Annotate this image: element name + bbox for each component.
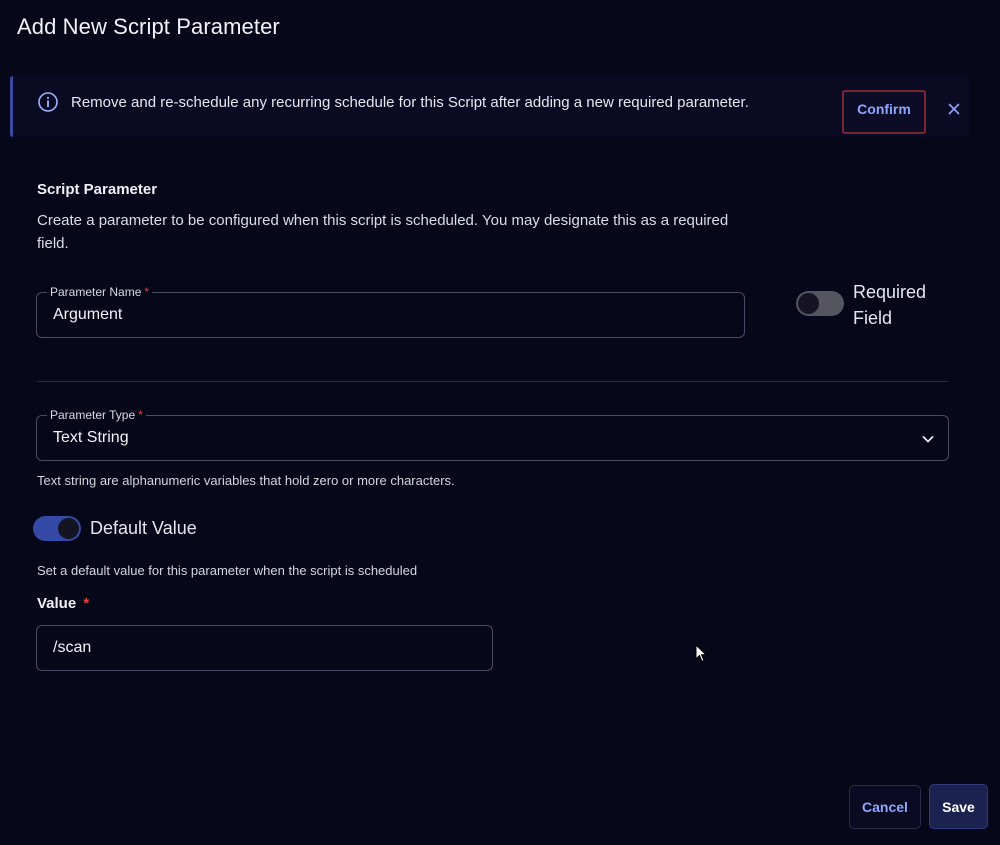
info-icon <box>37 91 59 113</box>
parameter-name-input[interactable]: Parameter Name * Argument <box>36 285 745 338</box>
required-star: * <box>83 595 90 612</box>
mouse-cursor-icon <box>695 643 708 663</box>
section-description: Create a parameter to be configured when… <box>37 212 729 252</box>
value-label: Value * <box>37 595 90 612</box>
value-input-text: /scan <box>53 639 92 656</box>
toggle-knob <box>798 293 819 314</box>
alert-message: Remove and re-schedule any recurring sch… <box>71 94 749 111</box>
toggle-knob <box>58 518 79 539</box>
section-title: Script Parameter <box>37 181 158 198</box>
required-field-label: Required Field <box>853 282 927 328</box>
dialog-title: Add New Script Parameter <box>17 14 280 39</box>
divider <box>37 381 948 382</box>
close-icon <box>943 103 965 123</box>
required-star: * <box>144 285 150 299</box>
default-value-description: Set a default value for this parameter w… <box>37 563 418 578</box>
cancel-button[interactable]: Cancel <box>849 785 921 829</box>
parameter-type-helper: Text string are alphanumeric variables t… <box>37 473 455 488</box>
chevron-down-icon <box>920 431 936 447</box>
parameter-type-label: Parameter Type * <box>47 408 146 422</box>
add-script-parameter-dialog: Add New Script Parameter Remove and re-s… <box>0 0 1000 845</box>
default-value-label: Default Value <box>90 518 197 538</box>
parameter-type-select[interactable]: Parameter Type * Text String <box>36 408 949 461</box>
save-button[interactable]: Save <box>929 784 988 829</box>
default-value-toggle[interactable] <box>33 516 81 541</box>
value-input[interactable]: /scan <box>36 625 493 671</box>
close-alert-button[interactable] <box>943 98 965 120</box>
parameter-type-value: Text String <box>53 429 129 446</box>
parameter-name-value: Argument <box>53 306 123 323</box>
required-field-toggle[interactable] <box>796 291 844 316</box>
parameter-name-label: Parameter Name * <box>47 285 153 299</box>
required-star: * <box>138 408 143 422</box>
info-alert: Remove and re-schedule any recurring sch… <box>10 76 970 137</box>
confirm-button[interactable]: Confirm <box>842 90 926 134</box>
